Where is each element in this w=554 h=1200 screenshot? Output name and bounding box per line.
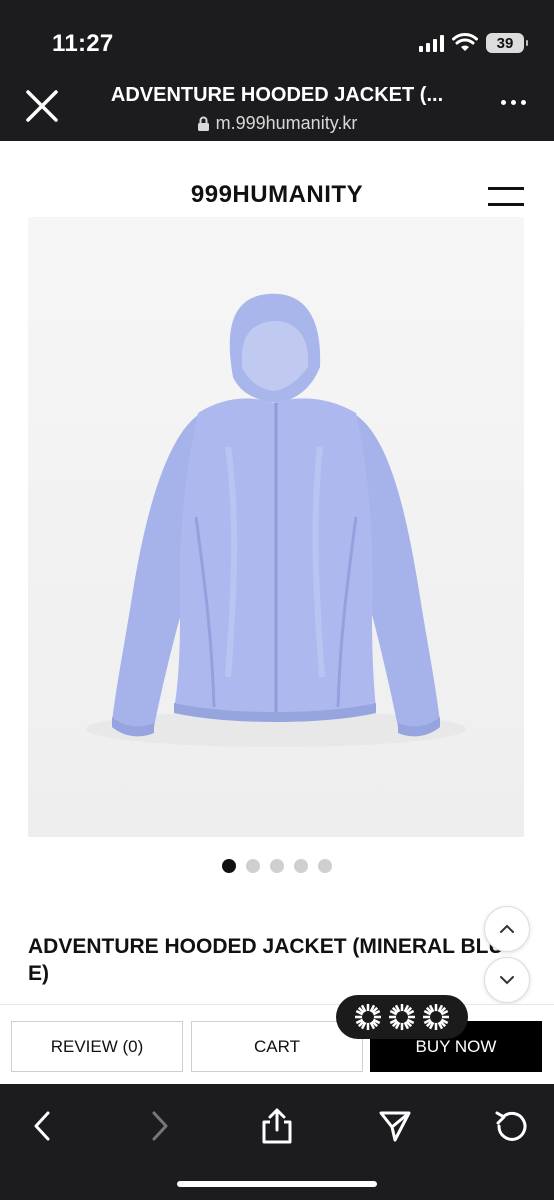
product-photo-jacket [28, 217, 524, 837]
wifi-icon [452, 33, 478, 51]
scroll-top-button[interactable] [484, 906, 530, 952]
product-image[interactable] [28, 217, 524, 837]
lock-icon [197, 116, 209, 131]
product-title: ADVENTURE HOODED JACKET (MINERAL BLUE) [28, 935, 504, 985]
browser-chrome: 11:27 39 ADVENTURE HOODED JACKET (... m.… [0, 0, 554, 141]
home-indicator[interactable] [177, 1181, 377, 1187]
chevron-right-icon[interactable] [140, 1106, 180, 1146]
chevron-down-icon [500, 976, 514, 985]
scroll-bottom-button[interactable] [484, 957, 530, 1003]
review-button[interactable]: REVIEW (0) [11, 1021, 183, 1072]
carousel-dot[interactable] [318, 859, 332, 873]
share-icon[interactable] [257, 1106, 297, 1146]
sunburst-icon [389, 1004, 415, 1030]
carousel-dot[interactable] [294, 859, 308, 873]
cellular-signal-icon [419, 34, 444, 52]
close-icon[interactable] [22, 86, 62, 126]
carousel-dot[interactable] [246, 859, 260, 873]
site-header: 999HUMANITY [0, 141, 554, 217]
cart-button[interactable]: CART [191, 1021, 363, 1072]
browser-page-title: ADVENTURE HOODED JACKET (... [110, 84, 444, 106]
battery-icon: 39 [486, 33, 528, 53]
chevron-left-icon[interactable] [22, 1106, 62, 1146]
url-text: m.999humanity.kr [215, 113, 358, 133]
status-time: 11:27 [52, 30, 114, 57]
carousel-dot[interactable] [222, 859, 236, 873]
action-bar: REVIEW (0) CART BUY NOW [0, 1004, 554, 1084]
chevron-up-icon [500, 924, 514, 933]
send-icon[interactable] [375, 1106, 415, 1146]
hamburger-icon[interactable] [488, 185, 524, 207]
sunburst-icon [355, 1004, 381, 1030]
floating-badge[interactable] [336, 995, 468, 1039]
sunburst-icon [423, 1004, 449, 1030]
status-icons: 39 [419, 33, 528, 53]
carousel-dot[interactable] [270, 859, 284, 873]
more-icon[interactable] [501, 100, 526, 105]
reload-icon[interactable] [492, 1106, 532, 1146]
carousel-dots [0, 859, 554, 873]
brand-logo[interactable]: 999HUMANITY [0, 181, 554, 209]
url-bar[interactable]: m.999humanity.kr [90, 113, 464, 134]
